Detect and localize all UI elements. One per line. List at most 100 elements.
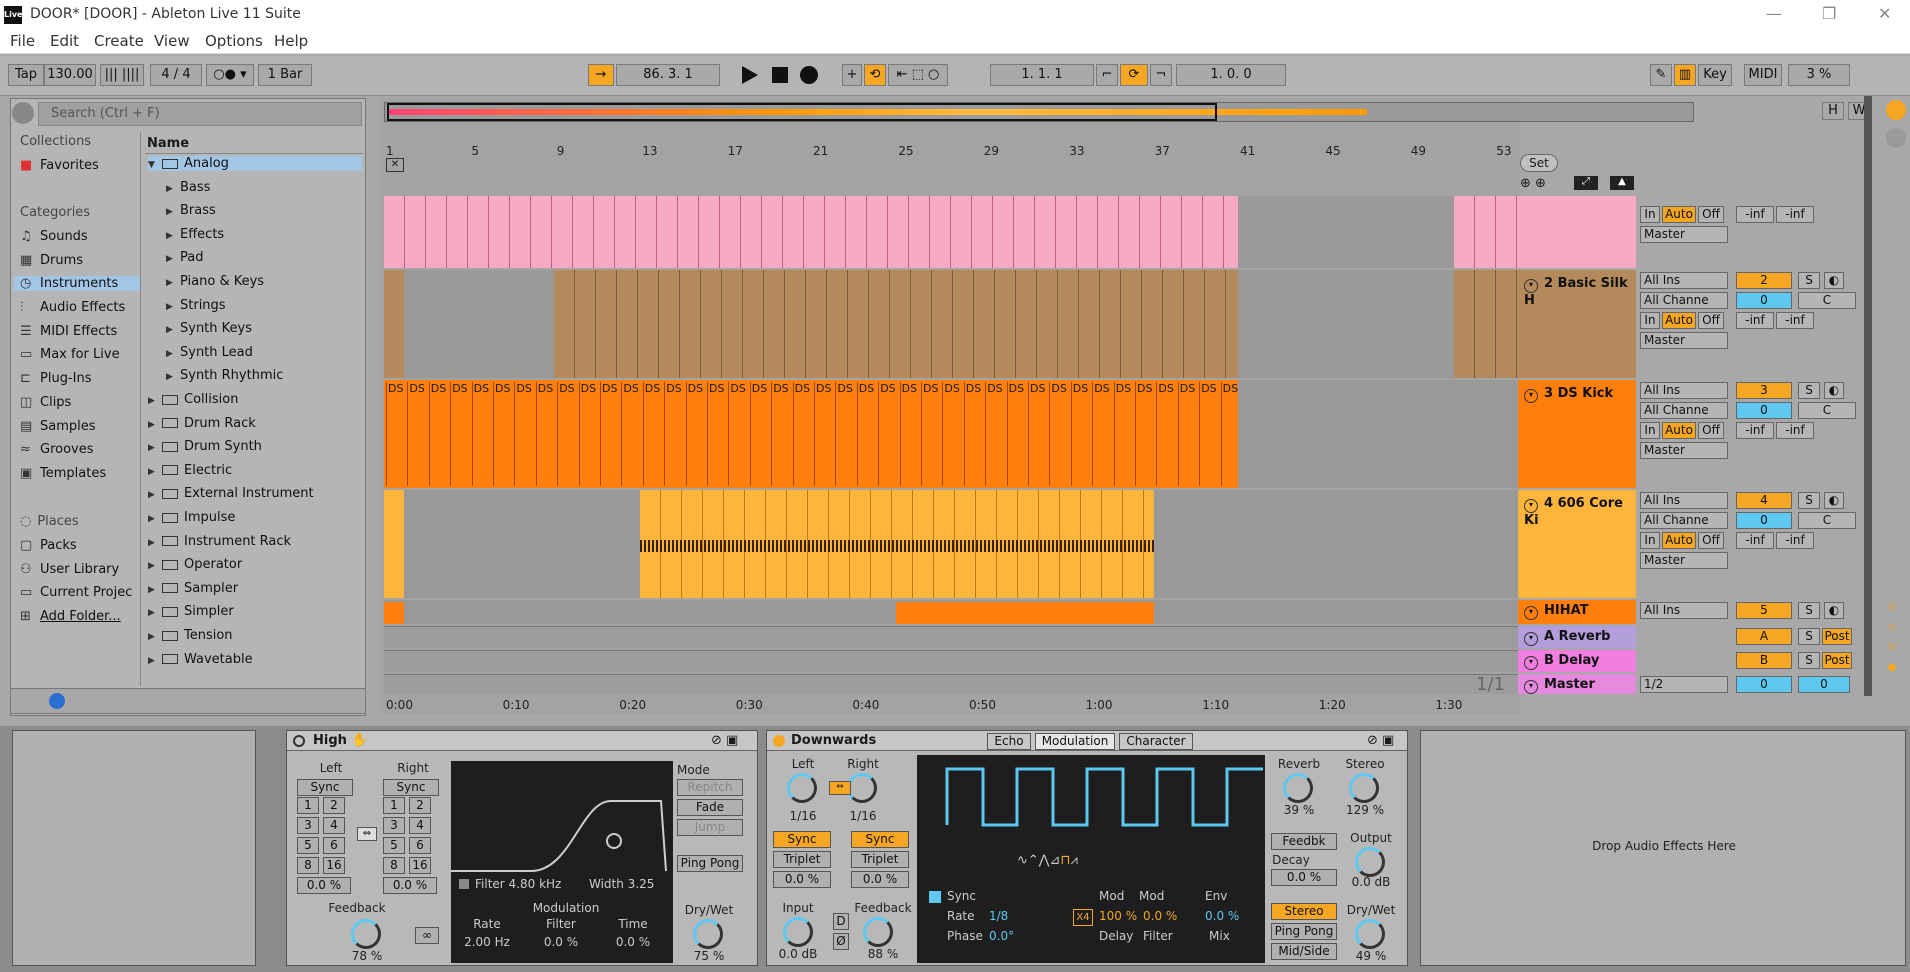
- clip-606[interactable]: [640, 490, 1154, 598]
- automation-arm-icon[interactable]: ⟲: [864, 64, 886, 86]
- fold-icon[interactable]: ▾: [1524, 499, 1538, 513]
- tempo-field[interactable]: 130.00: [44, 64, 96, 86]
- overdub-icon[interactable]: +: [842, 64, 862, 86]
- browser-item[interactable]: ▶ Effects: [166, 227, 224, 242]
- pan-field[interactable]: C: [1798, 402, 1856, 419]
- feedbk-select[interactable]: Feedbk: [1271, 833, 1337, 850]
- right-sync-button[interactable]: Sync: [383, 779, 439, 796]
- filter-display[interactable]: Filter 4.80 kHz Width 3.25 Modulation Ra…: [451, 761, 673, 963]
- input-knob[interactable]: [783, 917, 813, 947]
- device-controls-icons[interactable]: ⊘ ▣: [1367, 733, 1394, 748]
- track-number[interactable]: 4: [1736, 492, 1792, 509]
- right-offset[interactable]: 0.0 %: [851, 871, 909, 888]
- right-offset[interactable]: 0.0 %: [383, 877, 437, 894]
- browser-item[interactable]: ▶ Operator: [148, 557, 242, 572]
- overview-bar[interactable]: [384, 102, 1694, 122]
- menu-edit[interactable]: Edit: [50, 32, 79, 50]
- browser-item[interactable]: ▶ Tension: [148, 628, 233, 643]
- clip-brown-2[interactable]: [1454, 270, 1518, 378]
- auto-button[interactable]: Auto: [1662, 532, 1696, 549]
- tab-modulation[interactable]: Modulation: [1035, 733, 1115, 750]
- right-sync-button[interactable]: Sync: [851, 831, 909, 848]
- category-midi-effects[interactable]: ☰ MIDI Effects: [20, 324, 117, 339]
- x4-button[interactable]: X4: [1073, 909, 1093, 926]
- right-triplet-select[interactable]: Triplet: [851, 851, 909, 868]
- fold-icon[interactable]: ▾: [1524, 279, 1538, 293]
- preview-icon[interactable]: [12, 102, 34, 124]
- solo-button[interactable]: S: [1798, 272, 1820, 289]
- post-button[interactable]: Post: [1822, 628, 1852, 645]
- lock-icon[interactable]: ▲: [1610, 176, 1634, 190]
- browser-item[interactable]: ▶ Strings: [166, 298, 226, 313]
- menu-options[interactable]: Options: [205, 32, 263, 50]
- overview-viewport[interactable]: [387, 103, 1217, 121]
- track-header[interactable]: ▾ 4 606 Core Ki: [1518, 490, 1636, 598]
- input-select[interactable]: All Ins: [1640, 602, 1728, 619]
- right-time-knob[interactable]: [847, 773, 877, 803]
- volume-field[interactable]: 0: [1736, 402, 1792, 419]
- favorites-item[interactable]: ■ Favorites: [20, 158, 99, 173]
- channel-select[interactable]: All Channe: [1640, 292, 1728, 309]
- left-sync-button[interactable]: Sync: [297, 779, 353, 796]
- punch-in-icon[interactable]: ⌐: [1096, 64, 1118, 86]
- expand-arrow-icon[interactable]: ▶: [148, 656, 162, 666]
- track-lane-2[interactable]: [384, 270, 1518, 378]
- ping-pong-button[interactable]: Ping Pong: [677, 855, 743, 872]
- input-select[interactable]: All Ins: [1640, 382, 1728, 399]
- nudge-icon[interactable]: ||| ||||: [100, 64, 144, 86]
- track-lane-4[interactable]: [384, 490, 1518, 598]
- master-pan[interactable]: 0: [1798, 676, 1850, 693]
- expand-arrow-icon[interactable]: ▶: [166, 207, 180, 217]
- browser-item[interactable]: ▶ External Instrument: [148, 486, 314, 501]
- category-plug-ins[interactable]: ⊏ Plug-Ins: [20, 371, 91, 386]
- return-lane-b[interactable]: [384, 650, 1518, 672]
- post-button[interactable]: Post: [1822, 652, 1852, 669]
- arm-icon[interactable]: ◐: [1824, 272, 1844, 289]
- browser-item[interactable]: ▶ Synth Lead: [166, 345, 253, 360]
- expand-arrow-icon[interactable]: ▼: [148, 160, 162, 170]
- scope-sync-toggle[interactable]: [929, 891, 941, 903]
- in-button[interactable]: In: [1640, 532, 1660, 549]
- h-button[interactable]: H: [1822, 102, 1844, 120]
- restore-icon[interactable]: ❐: [1822, 4, 1836, 23]
- track-header[interactable]: [1518, 196, 1636, 268]
- device-power-icon[interactable]: [293, 735, 305, 747]
- fade-button[interactable]: Fade: [677, 799, 743, 816]
- tap-button[interactable]: Tap: [8, 64, 44, 86]
- category-samples[interactable]: ▤ Samples: [20, 419, 96, 434]
- link-icon[interactable]: ⇔: [829, 781, 851, 795]
- arrangement-position[interactable]: 86. 3. 1: [616, 64, 720, 86]
- in-button[interactable]: In: [1640, 312, 1660, 329]
- modulation-display[interactable]: ∿⌃⋀⊿⊓⩘ Sync Rate 1/8 Phase 0.0° Mod Mod …: [917, 755, 1265, 963]
- keyboard-icon[interactable]: ▥: [1674, 64, 1696, 86]
- freeze-icon[interactable]: ∞: [415, 927, 439, 944]
- scope-rate-value[interactable]: 1/8: [989, 909, 1008, 923]
- volume-field[interactable]: 0: [1736, 292, 1792, 309]
- punch-out-icon[interactable]: ¬: [1150, 64, 1172, 86]
- expand-arrow-icon[interactable]: ▶: [166, 372, 180, 382]
- browser-item[interactable]: ▶ Sampler: [148, 581, 238, 596]
- menu-help[interactable]: Help: [274, 32, 308, 50]
- env-value[interactable]: 0.0 %: [1205, 909, 1239, 923]
- output-knob[interactable]: [1355, 847, 1385, 877]
- left-sync-button[interactable]: Sync: [773, 831, 831, 848]
- track-number[interactable]: B: [1736, 652, 1792, 669]
- fold-icon[interactable]: ▾: [1524, 680, 1538, 694]
- category-max-for-live[interactable]: ▭ Max for Live: [20, 347, 120, 362]
- pan-field[interactable]: C: [1798, 292, 1856, 309]
- return-lane-a[interactable]: [384, 626, 1518, 648]
- left-time-knob[interactable]: [787, 773, 817, 803]
- channel-select[interactable]: All Channe: [1640, 402, 1728, 419]
- expand-arrow-icon[interactable]: ▶: [148, 585, 162, 595]
- place-user-library[interactable]: ⚇ User Library: [20, 562, 119, 577]
- clip-hihat[interactable]: [896, 602, 1154, 624]
- time-signature[interactable]: 4 / 4: [150, 64, 202, 86]
- browser-item[interactable]: ▶ Synth Keys: [166, 321, 252, 336]
- view-toggle-icon[interactable]: [1886, 128, 1906, 148]
- output-select[interactable]: Master: [1640, 226, 1728, 243]
- browser-item[interactable]: ▶ Drum Rack: [148, 416, 256, 431]
- drywet-knob[interactable]: [693, 919, 723, 949]
- expand-arrow-icon[interactable]: ▶: [148, 514, 162, 524]
- menu-toggle-icon[interactable]: [1886, 100, 1906, 120]
- off-button[interactable]: Off: [1698, 532, 1724, 549]
